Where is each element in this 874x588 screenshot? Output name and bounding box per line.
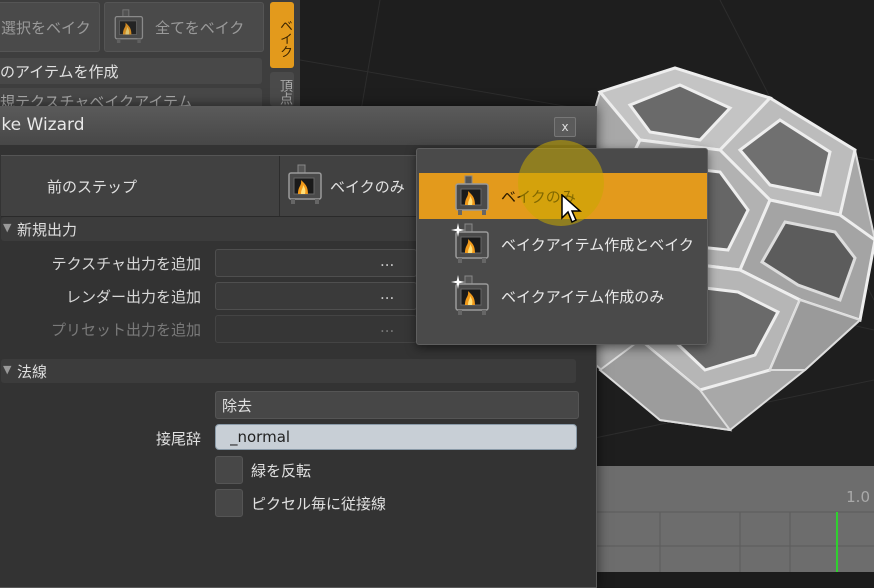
collapse-triangle-icon: ▼	[3, 221, 12, 234]
add-texture-output-label: テクスチャ出力を追加	[51, 255, 201, 273]
stove-sparkle-icon	[451, 223, 493, 265]
create-item-button[interactable]: のアイテムを作成	[0, 58, 262, 84]
menu-item-create-and-bake[interactable]: ベイクアイテム作成とベイク	[419, 221, 707, 267]
stove-icon	[284, 164, 326, 206]
bake-mode-dropdown-menu: ベイクのみ ベイクアイテム作成とベイク ベイクアイテム作成のみ	[416, 148, 708, 345]
dialog-title: ake Wizard	[0, 115, 85, 135]
ellipsis-label: ...	[380, 285, 395, 303]
per-pixel-tangent-checkbox[interactable]	[215, 489, 243, 517]
suffix-input[interactable]	[215, 424, 577, 450]
timeline-grid	[590, 511, 874, 572]
section-normal-label: 法線	[17, 363, 48, 381]
stove-sparkle-icon	[451, 275, 493, 317]
bake-selected-label: 選択をベイク	[1, 19, 91, 37]
suffix-label: 接尾辞	[155, 430, 201, 448]
add-texture-output-button[interactable]: ...	[215, 249, 417, 277]
flip-green-label: 緑を反転	[251, 462, 312, 480]
remove-row: 除去	[1, 391, 579, 419]
stove-icon	[451, 175, 493, 217]
background-bake-panel: 選択をベイク 全てをベイク のアイテムを作成 規テクスチャベイクアイテム ベイク…	[0, 0, 305, 114]
timeline-panel[interactable]: 1.0	[590, 466, 874, 572]
dialog-title-bar[interactable]: ake Wizard x	[0, 107, 596, 145]
create-item-label: のアイテムを作成	[0, 63, 119, 81]
remove-label: 除去	[222, 397, 253, 415]
add-render-output-button[interactable]: ...	[215, 282, 417, 310]
flip-green-checkbox[interactable]	[215, 456, 243, 484]
menu-item-label: ベイクアイテム作成のみ	[501, 288, 665, 306]
section-normal[interactable]: ▼ 法線	[1, 359, 576, 383]
close-button[interactable]: x	[554, 117, 576, 137]
ellipsis-label: ...	[380, 318, 395, 336]
previous-step-label: 前のステップ	[47, 178, 138, 196]
bake-all-label: 全てをベイク	[155, 19, 245, 37]
menu-item-label: ベイクアイテム作成とベイク	[501, 236, 694, 254]
bake-mode-dropdown-trigger[interactable]: ベイクのみ	[279, 156, 430, 216]
bake-mode-value: ベイクのみ	[330, 178, 405, 196]
add-render-output-label: レンダー出力を追加	[65, 288, 201, 306]
tab-vertex[interactable]: 頂点	[270, 72, 294, 106]
per-pixel-tangent-label: ピクセル毎に従接線	[251, 495, 387, 513]
section-new-output-label: 新規出力	[17, 221, 78, 239]
collapse-triangle-icon: ▼	[3, 363, 12, 376]
bake-all-button[interactable]: 全てをベイク	[104, 2, 264, 52]
tab-bake[interactable]: ベイク	[270, 2, 294, 68]
close-icon: x	[561, 120, 569, 134]
bake-selected-button[interactable]: 選択をベイク	[0, 2, 100, 52]
add-preset-output-label: プリセット出力を追加	[50, 321, 201, 339]
ellipsis-label: ...	[380, 252, 395, 270]
suffix-row: 接尾辞	[1, 424, 577, 452]
stove-icon	[111, 9, 147, 45]
add-preset-output-button[interactable]: ...	[215, 315, 417, 343]
menu-item-create-only[interactable]: ベイクアイテム作成のみ	[419, 273, 707, 319]
remove-button[interactable]: 除去	[215, 391, 579, 419]
mouse-pointer-icon	[561, 194, 582, 224]
timeline-frame-label: 1.0	[846, 488, 870, 506]
